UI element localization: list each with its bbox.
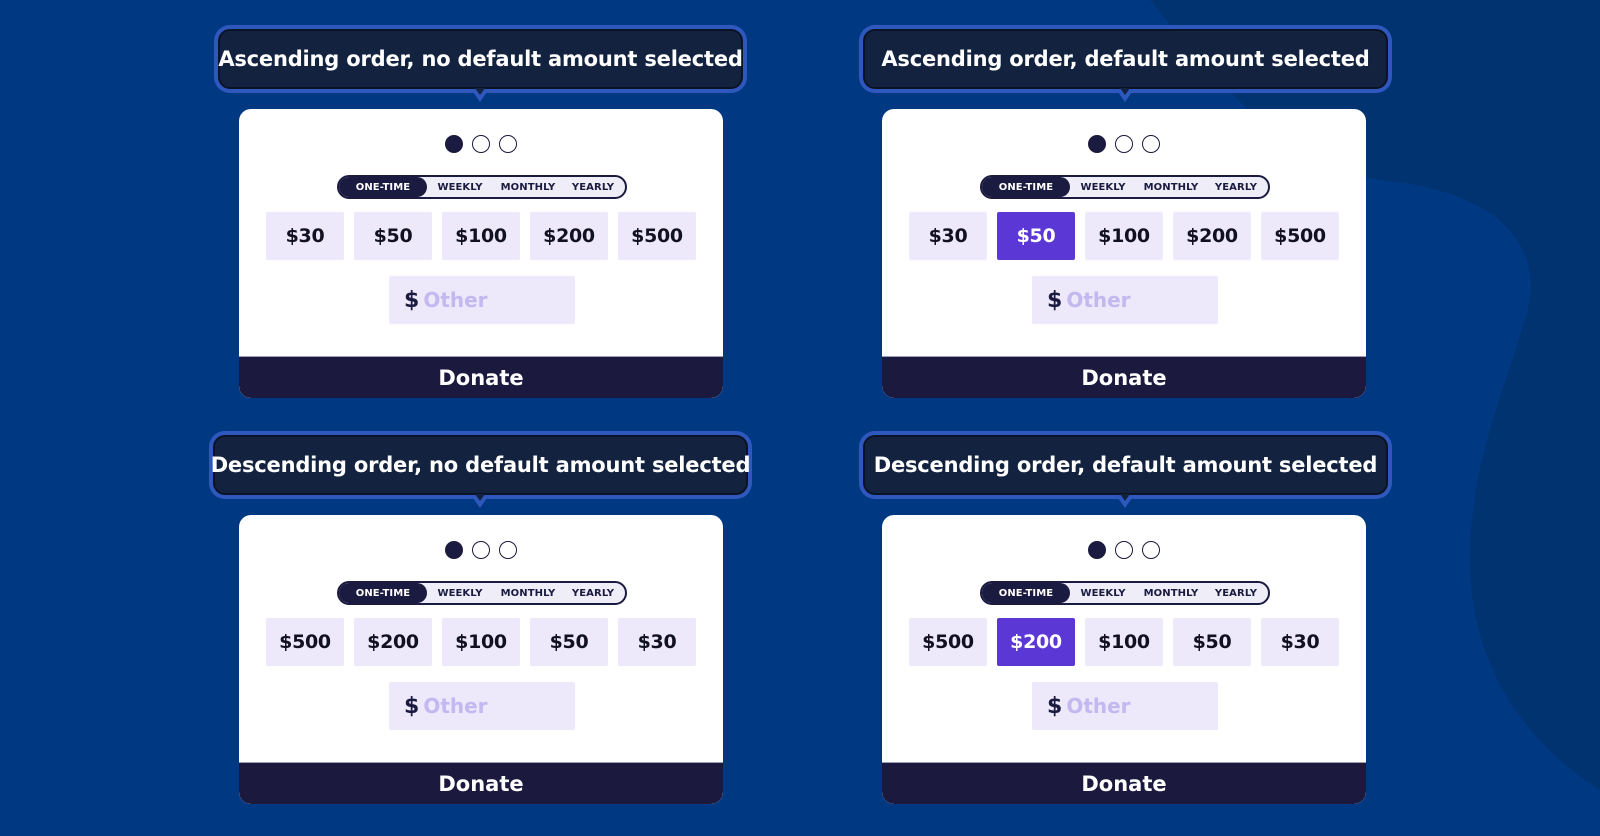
dollar-sign-icon: $: [1047, 287, 1063, 313]
tab-one-time[interactable]: ONE-TIME: [982, 177, 1070, 197]
step-dot[interactable]: [499, 541, 517, 559]
amount-button[interactable]: $50: [530, 618, 608, 666]
donate-button[interactable]: Donate: [239, 762, 723, 804]
variant-caption-text: Descending order, no default amount sele…: [210, 453, 751, 477]
amount-button[interactable]: $30: [1261, 618, 1339, 666]
tab-one-time[interactable]: ONE-TIME: [339, 583, 427, 603]
variant-caption: Ascending order, no default amount selec…: [218, 29, 743, 89]
dollar-sign-icon: $: [404, 693, 420, 719]
amount-button[interactable]: $500: [1261, 212, 1339, 260]
variant-caption-text: Ascending order, no default amount selec…: [218, 47, 743, 71]
other-amount-field[interactable]: $: [1032, 682, 1218, 730]
amount-button-selected[interactable]: $200: [997, 618, 1075, 666]
donation-variant-panel: Descending order, no default amount sele…: [211, 435, 751, 815]
amount-button[interactable]: $500: [266, 618, 344, 666]
tab-one-time[interactable]: ONE-TIME: [339, 177, 427, 197]
frequency-toggle: ONE-TIME WEEKLY MONTHLY YEARLY: [980, 175, 1270, 199]
variant-caption: Descending order, no default amount sele…: [210, 435, 751, 495]
tab-yearly[interactable]: YEARLY: [1206, 583, 1266, 603]
step-dot[interactable]: [1142, 135, 1160, 153]
frequency-toggle: ONE-TIME WEEKLY MONTHLY YEARLY: [337, 581, 627, 605]
amount-button[interactable]: $30: [909, 212, 987, 260]
variant-caption: Ascending order, default amount selected: [863, 29, 1388, 89]
step-dot[interactable]: [499, 135, 517, 153]
donate-button[interactable]: Donate: [239, 356, 723, 398]
step-dot[interactable]: [1115, 541, 1133, 559]
amount-button[interactable]: $30: [266, 212, 344, 260]
step-dot-active[interactable]: [1088, 541, 1106, 559]
donation-form-card: ONE-TIME WEEKLY MONTHLY YEARLY $500 $200…: [239, 515, 723, 804]
amount-button[interactable]: $50: [1173, 618, 1251, 666]
amount-button-selected[interactable]: $50: [997, 212, 1075, 260]
donate-button[interactable]: Donate: [882, 356, 1366, 398]
amount-button[interactable]: $100: [442, 212, 520, 260]
variant-caption: Descending order, default amount selecte…: [863, 435, 1388, 495]
donation-variant-panel: Ascending order, default amount selected…: [863, 29, 1388, 409]
step-indicator: [239, 541, 723, 559]
dollar-sign-icon: $: [1047, 693, 1063, 719]
amount-button[interactable]: $100: [442, 618, 520, 666]
step-dot[interactable]: [1142, 541, 1160, 559]
amount-button[interactable]: $30: [618, 618, 696, 666]
step-dot[interactable]: [472, 135, 490, 153]
other-amount-field[interactable]: $: [1032, 276, 1218, 324]
amount-options: $30 $50 $100 $200 $500: [266, 212, 696, 260]
variant-caption-text: Descending order, default amount selecte…: [873, 453, 1378, 477]
tab-weekly[interactable]: WEEKLY: [427, 583, 493, 603]
other-amount-input[interactable]: [1066, 694, 1207, 718]
donation-variant-panel: Descending order, default amount selecte…: [863, 435, 1388, 815]
tab-monthly[interactable]: MONTHLY: [1136, 177, 1206, 197]
step-dot-active[interactable]: [1088, 135, 1106, 153]
frequency-toggle: ONE-TIME WEEKLY MONTHLY YEARLY: [980, 581, 1270, 605]
tab-yearly[interactable]: YEARLY: [1206, 177, 1266, 197]
donation-form-card: ONE-TIME WEEKLY MONTHLY YEARLY $500 $200…: [882, 515, 1366, 804]
donation-variant-panel: Ascending order, no default amount selec…: [218, 29, 743, 409]
amount-options: $30 $50 $100 $200 $500: [909, 212, 1339, 260]
other-amount-input[interactable]: [1066, 288, 1207, 312]
tab-weekly[interactable]: WEEKLY: [427, 177, 493, 197]
amount-button[interactable]: $200: [354, 618, 432, 666]
frequency-toggle: ONE-TIME WEEKLY MONTHLY YEARLY: [337, 175, 627, 199]
amount-button[interactable]: $100: [1085, 618, 1163, 666]
caption-pointer: [1116, 88, 1134, 102]
tab-weekly[interactable]: WEEKLY: [1070, 583, 1136, 603]
donation-form-card: ONE-TIME WEEKLY MONTHLY YEARLY $30 $50 $…: [239, 109, 723, 398]
tab-monthly[interactable]: MONTHLY: [1136, 583, 1206, 603]
amount-button[interactable]: $200: [1173, 212, 1251, 260]
donate-button[interactable]: Donate: [882, 762, 1366, 804]
tab-monthly[interactable]: MONTHLY: [493, 177, 563, 197]
step-indicator: [882, 135, 1366, 153]
amount-button[interactable]: $500: [618, 212, 696, 260]
amount-options: $500 $200 $100 $50 $30: [266, 618, 696, 666]
other-amount-input[interactable]: [423, 694, 564, 718]
amount-options: $500 $200 $100 $50 $30: [909, 618, 1339, 666]
caption-pointer: [471, 494, 489, 508]
step-indicator: [239, 135, 723, 153]
caption-pointer: [471, 88, 489, 102]
tab-yearly[interactable]: YEARLY: [563, 583, 623, 603]
other-amount-field[interactable]: $: [389, 276, 575, 324]
other-amount-input[interactable]: [423, 288, 564, 312]
step-indicator: [882, 541, 1366, 559]
amount-button[interactable]: $100: [1085, 212, 1163, 260]
caption-pointer: [1116, 494, 1134, 508]
amount-button[interactable]: $50: [354, 212, 432, 260]
tab-one-time[interactable]: ONE-TIME: [982, 583, 1070, 603]
step-dot-active[interactable]: [445, 135, 463, 153]
variant-caption-text: Ascending order, default amount selected: [881, 47, 1370, 71]
tab-monthly[interactable]: MONTHLY: [493, 583, 563, 603]
other-amount-field[interactable]: $: [389, 682, 575, 730]
step-dot[interactable]: [1115, 135, 1133, 153]
amount-button[interactable]: $500: [909, 618, 987, 666]
dollar-sign-icon: $: [404, 287, 420, 313]
amount-button[interactable]: $200: [530, 212, 608, 260]
tab-yearly[interactable]: YEARLY: [563, 177, 623, 197]
donation-form-card: ONE-TIME WEEKLY MONTHLY YEARLY $30 $50 $…: [882, 109, 1366, 398]
tab-weekly[interactable]: WEEKLY: [1070, 177, 1136, 197]
step-dot[interactable]: [472, 541, 490, 559]
step-dot-active[interactable]: [445, 541, 463, 559]
